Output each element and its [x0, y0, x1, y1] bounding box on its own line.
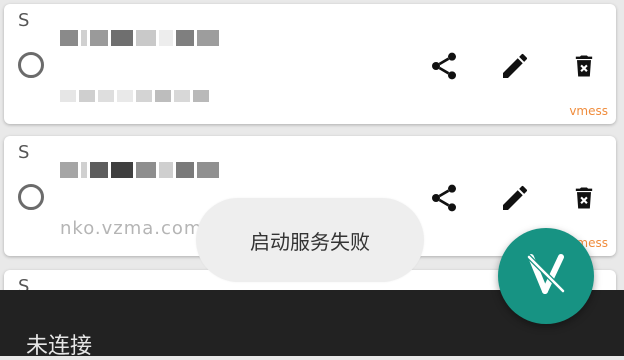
- pencil-icon[interactable]: [495, 178, 535, 218]
- group-label: S: [18, 10, 30, 31]
- server-card[interactable]: S vmess: [4, 4, 616, 124]
- connection-status: 未连接: [26, 334, 93, 359]
- toast-text: 启动服务失败: [250, 229, 370, 254]
- select-radio[interactable]: [18, 52, 44, 78]
- group-label: S: [18, 142, 30, 163]
- server-title-redacted: [60, 162, 219, 178]
- protocol-label: vmess: [569, 104, 608, 118]
- select-radio[interactable]: [18, 184, 44, 210]
- toast-message: 启动服务失败: [196, 198, 424, 282]
- v-logo-icon: [523, 251, 569, 301]
- share-icon[interactable]: [424, 178, 464, 218]
- trash-icon[interactable]: [564, 46, 604, 86]
- server-address-redacted: [60, 90, 209, 102]
- server-address: [4, 4, 5, 5]
- trash-icon[interactable]: [564, 178, 604, 218]
- share-icon[interactable]: [424, 46, 464, 86]
- pencil-icon[interactable]: [495, 46, 535, 86]
- start-service-button[interactable]: [498, 228, 594, 324]
- server-title: [4, 136, 5, 137]
- server-title: [4, 4, 5, 5]
- server-title-redacted: [60, 30, 219, 46]
